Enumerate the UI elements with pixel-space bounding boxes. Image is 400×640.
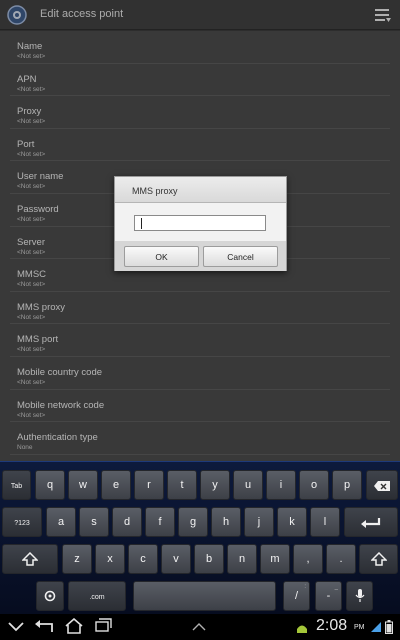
ok-button[interactable]: OK [124, 246, 199, 267]
key-backspace[interactable] [366, 470, 398, 500]
key-i[interactable]: i [266, 470, 296, 500]
key-e[interactable]: e [101, 470, 131, 500]
key-n[interactable]: n [227, 544, 257, 574]
key-t[interactable]: t [167, 470, 197, 500]
key-label: / [294, 590, 299, 602]
clock-ampm: PM [354, 624, 365, 631]
key-dot-com[interactable]: .com [68, 581, 126, 611]
key-voice-input[interactable] [346, 581, 373, 611]
backspace-icon [374, 481, 390, 491]
mms-proxy-input[interactable] [134, 215, 266, 231]
home-icon[interactable] [64, 618, 84, 634]
shift-icon [21, 551, 39, 566]
on-screen-keyboard: Tab q w e r t y u i o p ?123 a s d f g h… [0, 461, 400, 614]
key-o[interactable]: o [299, 470, 329, 500]
key-alt-label: : [304, 584, 306, 590]
dialog-title: MMS proxy [115, 177, 286, 203]
key-symbols[interactable]: ?123 [2, 507, 42, 537]
key-slash[interactable]: : / [283, 581, 310, 611]
recent-apps-icon[interactable] [94, 618, 114, 634]
key-u[interactable]: u [233, 470, 263, 500]
mms-proxy-dialog: MMS proxy OK Cancel [114, 176, 287, 271]
key-c[interactable]: c [128, 544, 158, 574]
key-d[interactable]: d [112, 507, 142, 537]
key-g[interactable]: g [178, 507, 208, 537]
enter-icon [361, 518, 381, 528]
settings-gear-icon [44, 590, 56, 602]
key-v[interactable]: v [161, 544, 191, 574]
key-f[interactable]: f [145, 507, 175, 537]
key-comma[interactable]: , [293, 544, 323, 574]
key-z[interactable]: z [62, 544, 92, 574]
key-h[interactable]: h [211, 507, 241, 537]
text-cursor [141, 218, 142, 229]
key-shift-left[interactable] [2, 544, 58, 574]
chevron-up-icon[interactable] [192, 623, 206, 631]
key-period[interactable]: . [326, 544, 356, 574]
signal-icon [371, 622, 381, 632]
key-p[interactable]: p [332, 470, 362, 500]
battery-icon [385, 620, 393, 634]
clock-time: 2:08 [316, 617, 348, 634]
key-label: - [326, 590, 331, 602]
key-dash[interactable]: _ - [315, 581, 342, 611]
key-label: ?123 [14, 520, 30, 527]
key-space[interactable] [133, 581, 276, 611]
cancel-button[interactable]: Cancel [203, 246, 278, 267]
key-enter[interactable] [344, 507, 398, 537]
key-w[interactable]: w [68, 470, 98, 500]
key-l[interactable]: l [310, 507, 340, 537]
microphone-icon [355, 589, 364, 602]
key-label: .com [89, 594, 105, 601]
key-r[interactable]: r [134, 470, 164, 500]
key-s[interactable]: s [79, 507, 109, 537]
dialog-body [115, 203, 286, 241]
key-settings[interactable] [36, 581, 64, 611]
back-icon[interactable] [34, 618, 54, 634]
key-a[interactable]: a [46, 507, 76, 537]
key-q[interactable]: q [35, 470, 65, 500]
dialog-buttons: OK Cancel [115, 241, 286, 271]
key-j[interactable]: j [244, 507, 274, 537]
key-shift-right[interactable] [359, 544, 398, 574]
shift-icon [369, 551, 388, 566]
key-m[interactable]: m [260, 544, 290, 574]
key-label: Tab [10, 483, 23, 490]
key-b[interactable]: b [194, 544, 224, 574]
key-alt-label: _ [334, 584, 338, 590]
android-debug-icon [297, 625, 307, 633]
system-bar: 2:08 PM [0, 614, 400, 640]
key-x[interactable]: x [95, 544, 125, 574]
key-k[interactable]: k [277, 507, 307, 537]
key-y[interactable]: y [200, 470, 230, 500]
hide-keyboard-icon[interactable] [8, 622, 24, 632]
key-tab[interactable]: Tab [2, 470, 31, 500]
